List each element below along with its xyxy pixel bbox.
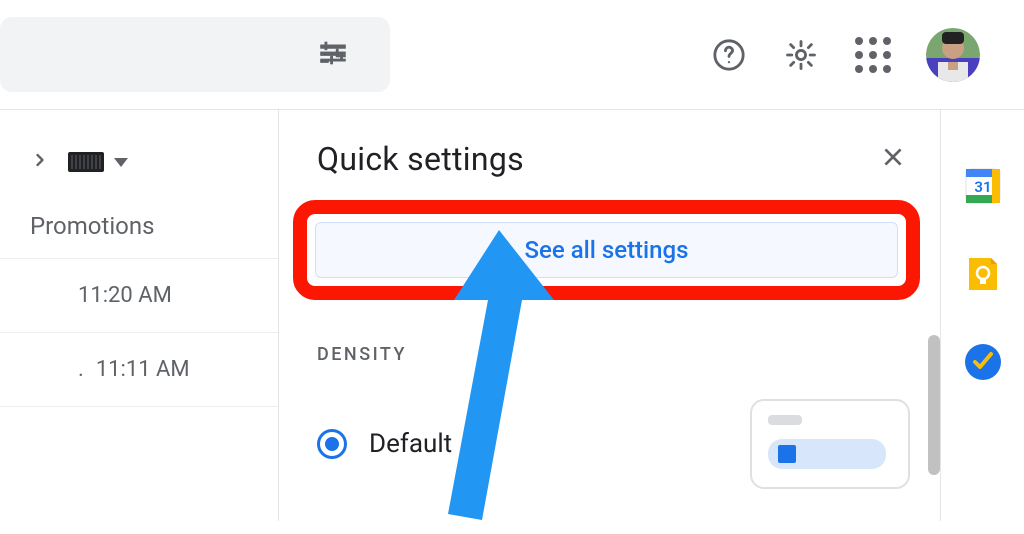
keep-icon[interactable] bbox=[963, 254, 1003, 294]
apps-grid-icon[interactable] bbox=[854, 36, 892, 74]
see-all-settings-button[interactable]: See all settings bbox=[315, 222, 898, 278]
keyboard-icon bbox=[68, 152, 104, 172]
scrollbar-thumb[interactable] bbox=[928, 335, 940, 475]
input-tools-dropdown[interactable] bbox=[68, 152, 128, 172]
mail-row[interactable]: 11:20 AM bbox=[0, 259, 278, 333]
left-column: Promotions 11:20 AM . 11:11 AM bbox=[0, 110, 278, 521]
density-option-row[interactable]: Default bbox=[317, 399, 910, 489]
radio-selected-icon[interactable] bbox=[317, 429, 347, 459]
header-icon-group bbox=[710, 28, 1024, 82]
density-heading: DENSITY bbox=[317, 344, 910, 365]
panel-title: Quick settings bbox=[317, 140, 524, 178]
mail-toolbar bbox=[0, 150, 278, 174]
annotation-highlight: See all settings bbox=[293, 200, 920, 300]
search-options-icon[interactable] bbox=[316, 36, 350, 74]
tasks-icon[interactable] bbox=[963, 342, 1003, 382]
mail-list: 11:20 AM . 11:11 AM bbox=[0, 258, 278, 407]
mail-time: 11:11 AM bbox=[96, 357, 190, 382]
mail-row[interactable]: . 11:11 AM bbox=[0, 333, 278, 407]
density-option-label: Default bbox=[369, 429, 452, 459]
close-icon[interactable] bbox=[880, 144, 906, 174]
avatar[interactable] bbox=[926, 28, 980, 82]
mail-time: 11:20 AM bbox=[78, 283, 172, 308]
chevron-down-icon bbox=[114, 158, 128, 167]
calendar-icon[interactable]: 31 bbox=[963, 166, 1003, 206]
tab-promotions[interactable]: Promotions bbox=[0, 174, 278, 258]
panel-header: Quick settings bbox=[279, 110, 940, 188]
chevron-right-icon[interactable] bbox=[30, 150, 50, 174]
svg-text:31: 31 bbox=[974, 178, 991, 196]
quick-settings-panel: Quick settings See all settings DENSITY … bbox=[278, 110, 940, 521]
body: Promotions 11:20 AM . 11:11 AM Quick set… bbox=[0, 110, 1024, 521]
help-icon[interactable] bbox=[710, 36, 748, 74]
side-app-rail: 31 bbox=[940, 110, 1024, 521]
density-section: DENSITY Default bbox=[279, 300, 940, 489]
header-bar bbox=[0, 0, 1024, 110]
density-preview-thumbnail bbox=[750, 399, 910, 489]
search-area[interactable] bbox=[0, 17, 390, 92]
truncation-dot: . bbox=[78, 357, 84, 382]
gear-icon[interactable] bbox=[782, 36, 820, 74]
